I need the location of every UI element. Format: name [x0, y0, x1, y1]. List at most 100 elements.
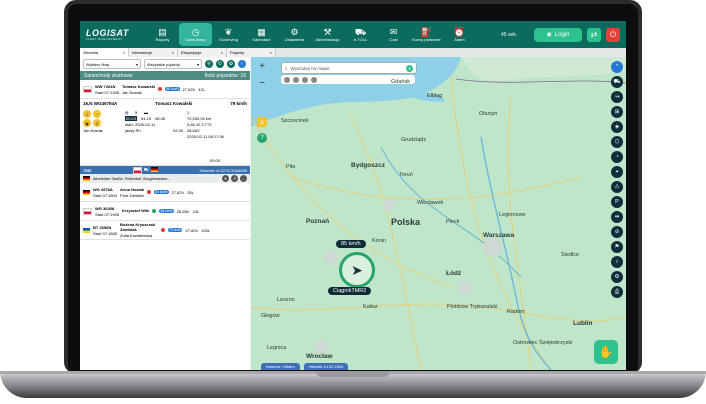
contract-row[interactable]: Altorfelder Straße, Federdorf, Burgebran…	[80, 174, 250, 183]
locate-icon[interactable]: ⌖	[406, 64, 413, 72]
country-label: Polska	[391, 217, 421, 227]
ban-icon[interactable]: ⊘	[611, 226, 623, 238]
street-view-button[interactable]: ♙	[257, 117, 267, 127]
poi-icon[interactable]: ⌖	[611, 166, 623, 178]
close-icon[interactable]: ×	[123, 50, 125, 55]
nav-work-time[interactable]: ◷ Czas pracy	[179, 23, 212, 46]
nav-fuel[interactable]: ⛽ Konsy paliwowe	[410, 21, 443, 48]
fuel-icon: ⛽	[420, 27, 433, 37]
key-icon: ⚷	[93, 119, 101, 127]
tab-orders[interactable]: Zlecenia ×	[80, 48, 129, 57]
layer-icon[interactable]	[311, 76, 317, 83]
collapse-icon[interactable]: ‹	[238, 60, 246, 68]
flag-de-icon	[83, 189, 90, 195]
calendar-icon: ▦	[257, 27, 266, 37]
vehicle-detail[interactable]: 16,N WG45794A Tomasz Kowalski 79 km/h ☺ ◔…	[80, 99, 250, 166]
login-button[interactable]: ◉ Login	[534, 27, 582, 42]
map-view[interactable]: + − ♙ ? ⌕ Wyszukaj na mapie ⌖ Elbląg Ols…	[251, 57, 626, 370]
logout-button[interactable]: ⏻	[606, 27, 620, 42]
collapse-up-icon[interactable]: ⌃	[611, 61, 623, 73]
vehicle-row[interactable]: BT 2656N Start 07:1805 Bożena Kryszczak Z…	[80, 221, 250, 240]
vehicle-speed-label: 85 km/h	[336, 240, 366, 248]
zoom-out-button[interactable]: −	[259, 78, 265, 89]
chevron-down-icon: ▾	[135, 61, 138, 67]
vehicles-icon[interactable]: ⛟	[611, 76, 623, 88]
pin-icon[interactable]: ⌖	[222, 175, 229, 182]
fleet-select[interactable]: Wybierz flotę ▾	[83, 59, 141, 69]
grid-icon[interactable]: ⊞	[611, 106, 623, 118]
tab-expeditions[interactable]: Ekspedycje ×	[178, 48, 227, 57]
city-label: Gdańsk	[391, 79, 410, 85]
clock-icon: ◷	[191, 27, 200, 37]
info-icon[interactable]: i	[611, 256, 623, 268]
city-label: Kalisz	[363, 304, 378, 310]
camera-tag[interactable]: Kamera / Wideo	[261, 363, 300, 370]
vehicle-row[interactable]: WG 4578A Start 07:1804 Anna Nowak Piotr Zi…	[80, 183, 250, 202]
tacho-icon: ◔	[93, 110, 101, 118]
logo[interactable]: LOGISAT FLEET MANAGEMENT	[80, 28, 146, 41]
handshake-icon: ✋	[598, 345, 614, 359]
report-icon: ▤	[158, 27, 167, 37]
geofence-icon[interactable]: ⬡	[611, 136, 623, 148]
tab-interventions[interactable]: Interwencje ×	[129, 48, 178, 57]
vehicle-row[interactable]: WG 36458 Start 07:1905 Krzysztof Wilk 48 …	[80, 202, 250, 221]
sync-button[interactable]: ⇄	[587, 27, 601, 42]
app-screen: LOGISAT FLEET MANAGEMENT ▤ Raporty ◷ Czas …	[80, 21, 626, 370]
route-icon[interactable]: ↗	[231, 175, 238, 182]
layer-icon[interactable]	[293, 76, 299, 83]
ruler-icon[interactable]: ⇹	[611, 211, 623, 223]
nav-alarm[interactable]: ⏰ Alarm	[443, 21, 476, 48]
flag-pl-icon	[83, 207, 92, 215]
nav-reports[interactable]: ▤ Raporty	[146, 21, 179, 48]
speed-icon[interactable]: ◔	[611, 151, 623, 163]
nav-settings[interactable]: ⚙ Ustawienia	[278, 21, 311, 48]
route-icon[interactable]: ↝	[611, 91, 623, 103]
zoom-in-button[interactable]: +	[259, 61, 265, 72]
layer-icon[interactable]	[284, 76, 290, 83]
settings-icon[interactable]: ⚙	[227, 60, 235, 68]
city-label: Toruń	[399, 172, 413, 178]
person-icon: ♙	[259, 119, 265, 126]
city-label: Siedlce	[561, 252, 580, 258]
city-label: Piła	[286, 164, 296, 170]
logout-icon: ⏻	[609, 29, 617, 39]
group-header[interactable]: Samochody służbowe Ilość pojazdów: 16	[80, 71, 250, 80]
alarm-icon: ⏰	[453, 27, 466, 37]
parking-icon[interactable]: P	[611, 196, 623, 208]
print-icon[interactable]: ⎙	[611, 286, 623, 298]
nav-ecodriving[interactable]: ❦ Ekodriving	[212, 21, 245, 48]
tms-bar[interactable]: TMS ⛟ Zlecenie nr 2274742#4895	[80, 166, 250, 174]
nav-chat[interactable]: ✉ Czat	[377, 21, 410, 48]
city-label: Legnica	[267, 345, 287, 351]
help-map-button[interactable]: ?	[257, 133, 267, 143]
nav-admin[interactable]: ⚒ Administracja	[311, 21, 344, 48]
layers-icon[interactable]: ◈	[611, 121, 623, 133]
map-search[interactable]: ⌕ Wyszukaj na mapie ⌖	[281, 62, 417, 74]
nav-calendar[interactable]: ▦ Kalendarz	[245, 21, 278, 48]
chevron-down-icon: ▾	[196, 61, 199, 67]
vehicle-row[interactable]: WW 7281N Start 07:1305 Tomasz Kowalski Jan…	[80, 80, 250, 99]
gear-icon: ⚙	[290, 27, 299, 37]
close-icon[interactable]: ×	[221, 50, 223, 55]
more-icon[interactable]: …	[240, 175, 247, 182]
history-tag[interactable]: Historia 14.02.2025	[303, 363, 349, 370]
chat-icon: ✉	[389, 27, 398, 37]
filter-icon[interactable]: ⚲	[205, 60, 213, 68]
flag-icon[interactable]: ⚑	[611, 241, 623, 253]
vehicle-select[interactable]: Wszystkie pojazdy ▾	[144, 59, 202, 69]
nav-etoll[interactable]: ⛟ e-TOLL	[344, 21, 377, 48]
layer-icon[interactable]	[302, 76, 308, 83]
flag-de-icon	[83, 176, 90, 181]
gear-icon[interactable]: ⚙	[611, 271, 623, 283]
warning-icon[interactable]: ⚠	[611, 181, 623, 193]
city-label: Piotrków Trybunalski	[447, 304, 498, 310]
close-icon[interactable]: ×	[172, 50, 174, 55]
city-label: Wrocław	[306, 353, 333, 360]
support-button[interactable]: ✋	[594, 340, 618, 364]
vehicle-name-label[interactable]: CiągnikTMR2	[328, 287, 372, 295]
map-background	[251, 57, 626, 370]
refresh-icon[interactable]: ↻	[216, 60, 224, 68]
close-icon[interactable]: ×	[270, 50, 272, 55]
tab-vehicles[interactable]: Pojazdy ×	[227, 48, 276, 57]
vehicle-marker[interactable]: ➤	[339, 252, 375, 288]
